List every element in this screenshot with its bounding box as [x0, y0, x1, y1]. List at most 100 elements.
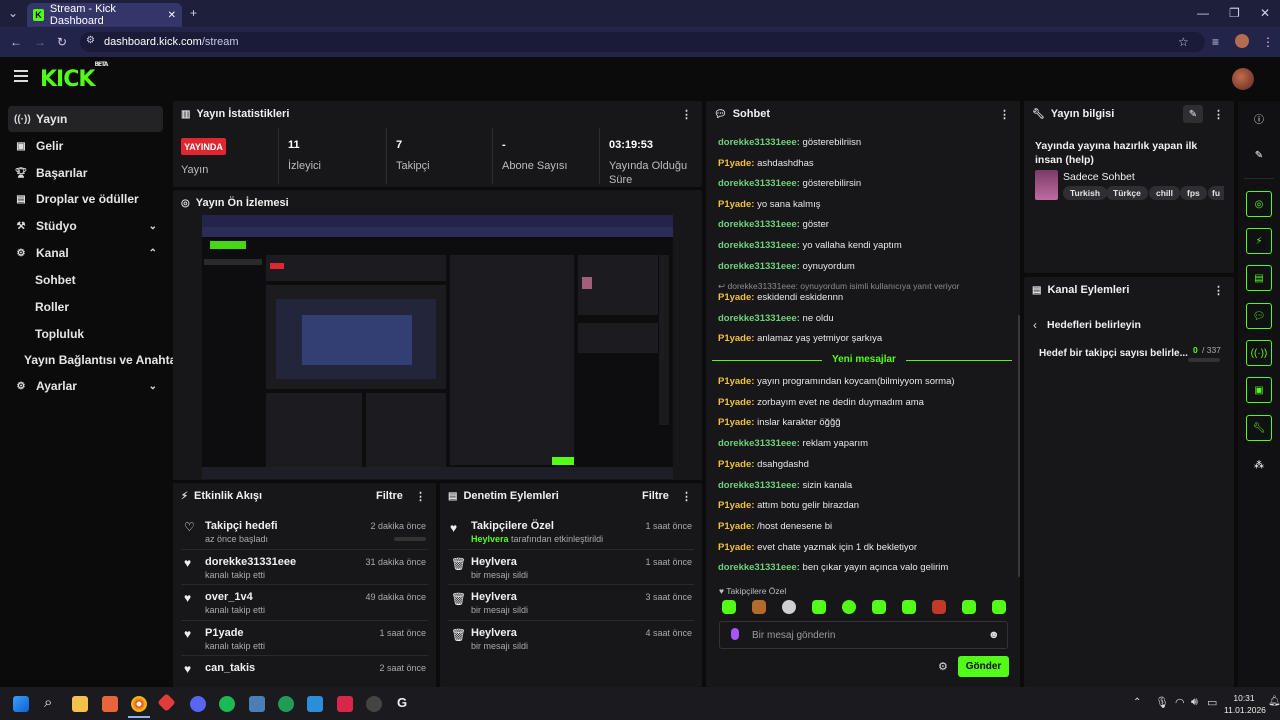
chat-username[interactable]: dorekke31331eee — [718, 240, 797, 251]
chrome-icon[interactable] — [131, 696, 147, 712]
edit-pencil-icon[interactable]: ✎ — [1183, 105, 1203, 123]
tag[interactable]: chill — [1149, 186, 1181, 200]
search-icon[interactable]: ⌕ — [44, 694, 52, 711]
chat-message[interactable]: dorekke31331eee: reklam yaparım — [718, 438, 868, 449]
lightning-icon[interactable]: ⚡︎ — [1246, 228, 1272, 254]
more-options-icon[interactable]: ⋮ — [999, 108, 1010, 121]
chat-scrollbar[interactable] — [1018, 315, 1020, 577]
emote-icon[interactable] — [782, 600, 796, 614]
sidebar-sub-roller[interactable]: Roller — [35, 300, 69, 314]
chat-message[interactable]: P1yade: yayın programından koycam(bilmiy… — [718, 376, 955, 387]
stream-preview-video[interactable] — [202, 215, 673, 479]
chat-username[interactable]: dorekke31331eee — [718, 137, 797, 148]
chat-username[interactable]: dorekke31331eee — [718, 261, 797, 272]
chat-message[interactable]: dorekke31331eee: yo vallaha kendi yaptım — [718, 240, 902, 251]
chat-username[interactable]: P1yade — [718, 333, 751, 344]
minimize-icon[interactable]: — — [1197, 6, 1209, 20]
more-options-icon[interactable]: ⋮ — [1213, 284, 1224, 297]
more-options-icon[interactable]: ⋮ — [681, 490, 692, 503]
chat-username[interactable]: P1yade — [718, 417, 751, 428]
reading-list-icon[interactable]: ≡ — [1212, 35, 1219, 49]
chat-username[interactable]: P1yade — [718, 292, 751, 303]
pencil-icon[interactable]: ✎ — [1246, 142, 1272, 168]
connections-icon[interactable]: ⁂ — [1246, 452, 1272, 478]
maximize-icon[interactable]: ❐ — [1229, 6, 1240, 20]
browser-menu-icon[interactable]: ⋮ — [1262, 35, 1274, 49]
sidebar-item-yayin[interactable]: ((·)) Yayın — [8, 106, 163, 132]
tray-chevron-icon[interactable]: ⌃ — [1133, 697, 1141, 708]
app-icon[interactable]: G — [397, 695, 407, 710]
chat-username[interactable]: P1yade — [718, 158, 751, 169]
more-options-icon[interactable]: ⋮ — [681, 108, 692, 121]
battery-icon[interactable]: ▭ — [1207, 696, 1217, 709]
chat-message[interactable]: dorekke31331eee: oynuyordum — [718, 261, 855, 272]
chat-message[interactable]: P1yade: inslar karakter öğğğ — [718, 417, 841, 428]
emote-icon[interactable] — [812, 600, 826, 614]
app-icon[interactable] — [307, 696, 323, 712]
chat-settings-gear-icon[interactable]: ⚙ — [938, 660, 948, 673]
site-info-icon[interactable]: ⚙ — [86, 35, 95, 46]
camera-icon[interactable]: ◎ — [1246, 191, 1272, 217]
more-options-icon[interactable]: ⋮ — [1213, 108, 1224, 121]
sidebar-item-droplar[interactable]: ▤ Droplar ve ödüller — [8, 186, 163, 212]
chat-message[interactable]: dorekke31331eee: ben çıkar yayın açınca … — [718, 562, 948, 573]
emote-icon[interactable] — [872, 600, 886, 614]
tab-search-icon[interactable]: ⌄ — [8, 6, 18, 20]
chat-username[interactable]: P1yade — [718, 521, 751, 532]
emoji-icon[interactable]: ☻ — [988, 629, 1000, 641]
app-icon[interactable] — [278, 696, 294, 712]
chat-username[interactable]: dorekke31331eee — [718, 178, 797, 189]
chat-bubble-icon[interactable]: 💬︎ — [1246, 303, 1272, 329]
spotify-icon[interactable] — [219, 696, 235, 712]
channel-actions-icon[interactable]: ▣ — [1246, 377, 1272, 403]
reload-icon[interactable]: ↻ — [57, 35, 67, 49]
category-name[interactable]: Sadece Sohbet — [1063, 171, 1135, 183]
chat-username[interactable]: P1yade — [718, 500, 751, 511]
chat-username[interactable]: dorekke31331eee — [718, 562, 797, 573]
chat-username[interactable]: dorekke31331eee — [718, 219, 797, 230]
chat-username[interactable]: P1yade — [718, 459, 751, 470]
document-icon[interactable]: ▤ — [1246, 265, 1272, 291]
chat-username[interactable]: dorekke31331eee — [718, 438, 797, 449]
app-icon[interactable] — [366, 696, 382, 712]
sidebar-sub-yayin-baglantisi[interactable]: Yayın Bağlantısı ve Anahtarı — [24, 353, 184, 367]
back-icon[interactable]: ← — [10, 35, 22, 49]
broadcast-icon[interactable]: ((·)) — [1246, 340, 1272, 366]
forward-icon[interactable]: → — [34, 35, 46, 49]
emote-icon[interactable] — [962, 600, 976, 614]
send-button[interactable]: Gönder — [958, 656, 1009, 677]
sidebar-sub-sohbet[interactable]: Sohbet — [35, 273, 76, 287]
chat-username[interactable]: dorekke31331eee — [718, 313, 797, 324]
app-icon[interactable] — [102, 696, 118, 712]
chat-message[interactable]: dorekke31331eee: sizin kanala — [718, 480, 852, 491]
chat-message[interactable]: P1yade: yo sana kalmış — [718, 199, 820, 210]
tag[interactable]: fu — [1208, 186, 1224, 200]
sidebar-item-ayarlar[interactable]: ⚙ Ayarlar ⌄ — [8, 373, 163, 399]
goals-back-label[interactable]: Hedefleri belirleyin — [1047, 319, 1141, 331]
emote-icon[interactable] — [722, 600, 736, 614]
sidebar-item-studyo[interactable]: ⚒ Stüdyo ⌄ — [8, 213, 163, 239]
chat-message[interactable]: dorekke31331eee: gösterebilirsin — [718, 178, 861, 189]
windows-start-icon[interactable] — [13, 696, 29, 712]
category-thumbnail[interactable] — [1035, 170, 1058, 200]
goal-text[interactable]: Hedef bir takipçi sayısı belirle... — [1039, 348, 1188, 359]
clock-time[interactable]: 10:31 — [1228, 693, 1260, 703]
chat-message[interactable]: P1yade: ashdashdhas — [718, 158, 814, 169]
volume-icon[interactable]: 🔊︎ — [1191, 696, 1198, 709]
bookmark-star-icon[interactable]: ☆ — [1178, 35, 1189, 49]
file-explorer-icon[interactable] — [72, 696, 88, 712]
chat-message[interactable]: dorekke31331eee: gösterebilriisn — [718, 137, 861, 148]
moderation-filter-button[interactable]: Filtre — [642, 490, 669, 502]
emote-icon[interactable] — [752, 600, 766, 614]
chat-message[interactable]: P1yade: attım botu gelir birazdan — [718, 500, 859, 511]
wrench-icon[interactable]: 🔧︎ — [1246, 415, 1272, 441]
chat-message-input[interactable]: Bir mesaj gönderin — [719, 621, 1008, 649]
new-tab-icon[interactable]: + — [190, 6, 197, 20]
sidebar-item-basarilar[interactable]: 🏆︎ Başarılar — [8, 160, 163, 186]
chat-username[interactable]: dorekke31331eee — [718, 480, 797, 491]
hamburger-menu-icon[interactable] — [14, 70, 28, 82]
sidebar-item-gelir[interactable]: ▣ Gelir — [8, 133, 163, 159]
browser-tab[interactable]: K Stream - Kick Dashboard ✕ — [27, 3, 182, 27]
back-chevron-icon[interactable]: ‹ — [1033, 318, 1037, 332]
tag[interactable]: Türkçe — [1106, 186, 1148, 200]
